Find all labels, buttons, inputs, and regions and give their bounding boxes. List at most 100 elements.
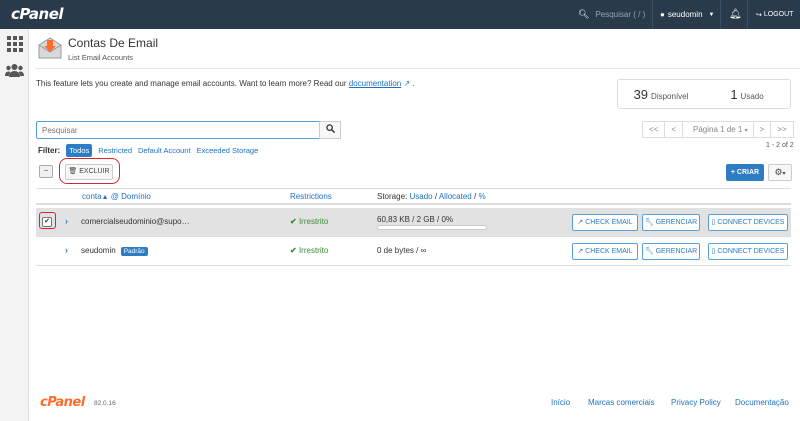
expand-chevron-icon[interactable]: › (65, 245, 68, 255)
filter-bar: Filter: Todos Restricted Default Account… (38, 144, 258, 157)
intro-end: . (412, 79, 415, 88)
select-all-toggle[interactable]: − (39, 165, 53, 178)
footer-link-trademarks[interactable]: Marcas comerciais (588, 398, 655, 407)
check-icon: ✔ (290, 246, 297, 255)
check-email-label: CHECK EMAIL (585, 248, 633, 255)
footer-link-home[interactable]: Início (551, 398, 570, 407)
highlight-ring (59, 158, 120, 184)
pagination: << < Página 1 de 1 ▾ > >> (642, 121, 794, 138)
sort-account-link[interactable]: conta (82, 192, 102, 201)
available-label: Disponível (651, 91, 689, 101)
page-footer: cPanel 82.0.16 Início Marcas comerciais … (0, 395, 800, 415)
email-accounts-icon (37, 35, 63, 61)
page-last-button[interactable]: >> (770, 121, 794, 138)
top-search-placeholder: Pesquisar ( / ) (595, 10, 646, 19)
stat-available: 39 Disponível (618, 87, 704, 102)
check-email-button[interactable]: ↗ CHECK EMAIL (572, 214, 638, 231)
version-label: 82.0.16 (94, 400, 116, 407)
filter-restricted[interactable]: Restricted (98, 146, 132, 155)
create-button[interactable]: + CRIAR (726, 164, 764, 181)
col-restrictions[interactable]: Restrictions (290, 192, 332, 201)
manage-button[interactable]: 🔧︎ GERENCIAR (642, 243, 700, 260)
page-subtitle: List Email Accounts (68, 53, 134, 62)
col-storage: Storage: Usado / Allocated / % (377, 192, 486, 201)
record-count: 1 - 2 of 2 (766, 142, 794, 149)
page-prev-button[interactable]: < (664, 121, 684, 138)
page-select[interactable]: Página 1 de 1 ▾ (682, 121, 754, 138)
storage-usage: 0 de bytes / ∞ (377, 246, 427, 255)
caret-down-icon: ▼ (708, 11, 715, 18)
used-count: 1 (730, 86, 738, 102)
divider (747, 0, 748, 29)
col-account[interactable]: conta▲ @ Domínio (82, 192, 151, 201)
default-badge: Padrão (120, 247, 148, 256)
filter-label: Filter: (38, 146, 61, 155)
sort-asc-icon: ▲ (101, 194, 109, 201)
top-bar: cPanel 🔍︎ Pesquisar ( / ) ● seudomin ▼ 🔔… (0, 0, 800, 29)
user-icon: ● (660, 10, 665, 19)
page-next-button[interactable]: > (752, 121, 772, 138)
page-header: Contas De Email List Email Accounts (35, 29, 800, 69)
table-row[interactable]: ✔ › comercialseudominio@supo… ✔ Irrestri… (36, 208, 791, 237)
external-link-icon[interactable]: ↗ (403, 79, 410, 88)
divider (652, 0, 653, 29)
used-label: Usado (740, 91, 764, 101)
sort-used-link[interactable]: Usado (409, 192, 432, 201)
footer-link-privacy[interactable]: Privacy Policy (671, 398, 721, 407)
restriction-label: Irrestrito (298, 217, 329, 226)
account-stats: 39 Disponível 1 Usado (617, 79, 791, 109)
account-name: comercialseudominio@supo… (81, 217, 190, 226)
logout-button[interactable]: ↪ LOGOUT (756, 0, 793, 29)
check-email-label: CHECK EMAIL (585, 219, 633, 226)
restriction-status: ✔ Irrestrito (290, 217, 328, 226)
table-toolbar: − 🗑︎ EXCLUIR + CRIAR ⚙▾ (36, 162, 792, 184)
grid-icon[interactable] (5, 36, 24, 52)
search-input[interactable] (36, 121, 320, 139)
connect-devices-button[interactable]: ▯ CONNECT DEVICES (708, 243, 788, 260)
wrench-icon: 🔧︎ (644, 248, 654, 255)
check-icon: ✔ (290, 217, 297, 226)
settings-dropdown[interactable]: ⚙▾ (768, 164, 792, 181)
sort-percent-link[interactable]: % (478, 192, 485, 201)
highlight-ring (39, 212, 56, 229)
restriction-status: ✔ Irrestrito (290, 246, 328, 255)
table-header: conta▲ @ Domínio Restrictions Storage: U… (36, 188, 791, 205)
logout-icon: ↪ (756, 11, 762, 19)
search-button[interactable] (319, 121, 341, 139)
sort-allocated-link[interactable]: Allocated (439, 192, 472, 201)
sort-domain-link[interactable]: @ Domínio (111, 192, 151, 201)
mobile-icon: ▯ (711, 248, 716, 255)
top-search[interactable]: 🔍︎ Pesquisar ( / ) (572, 0, 650, 29)
external-link-icon: ↗ (577, 248, 584, 255)
divider (720, 0, 721, 29)
page-title: Contas De Email (68, 36, 159, 50)
bell-icon[interactable]: 🔔︎ (729, 0, 742, 29)
mobile-icon: ▯ (711, 219, 716, 226)
logout-label: LOGOUT (763, 11, 794, 18)
connect-devices-button[interactable]: ▯ CONNECT DEVICES (708, 214, 788, 231)
search-icon (325, 124, 335, 134)
expand-chevron-icon[interactable]: › (65, 216, 68, 226)
check-email-button[interactable]: ↗ CHECK EMAIL (572, 243, 638, 260)
intro-body: This feature lets you create and manage … (36, 79, 349, 88)
documentation-link[interactable]: documentation (349, 79, 401, 88)
external-link-icon: ↗ (577, 219, 584, 226)
table-row[interactable]: › seudomin Padrão ✔ Irrestrito 0 de bytes… (36, 237, 791, 266)
page-first-button[interactable]: << (642, 121, 666, 138)
filter-default-account[interactable]: Default Account (138, 146, 191, 155)
storage-progress-bar (377, 225, 487, 230)
gear-icon: ⚙ (774, 167, 783, 177)
manage-button[interactable]: 🔧︎ GERENCIAR (642, 214, 700, 231)
user-name: seudomin (667, 10, 703, 19)
caret-down-icon: ▾ (782, 171, 786, 177)
footer-link-documentation[interactable]: Documentação (735, 398, 789, 407)
filter-all[interactable]: Todos (66, 144, 93, 157)
filter-exceeded-storage[interactable]: Exceeded Storage (197, 146, 259, 155)
cpanel-logo[interactable]: cPanel (11, 5, 64, 23)
caret-down-icon: ▾ (744, 128, 748, 134)
users-icon[interactable] (5, 63, 24, 79)
manage-label: GERENCIAR (655, 248, 698, 255)
account-name-text: seudomin (81, 246, 116, 255)
wrench-icon: 🔧︎ (644, 219, 654, 226)
user-menu[interactable]: ● seudomin ▼ (660, 0, 714, 29)
